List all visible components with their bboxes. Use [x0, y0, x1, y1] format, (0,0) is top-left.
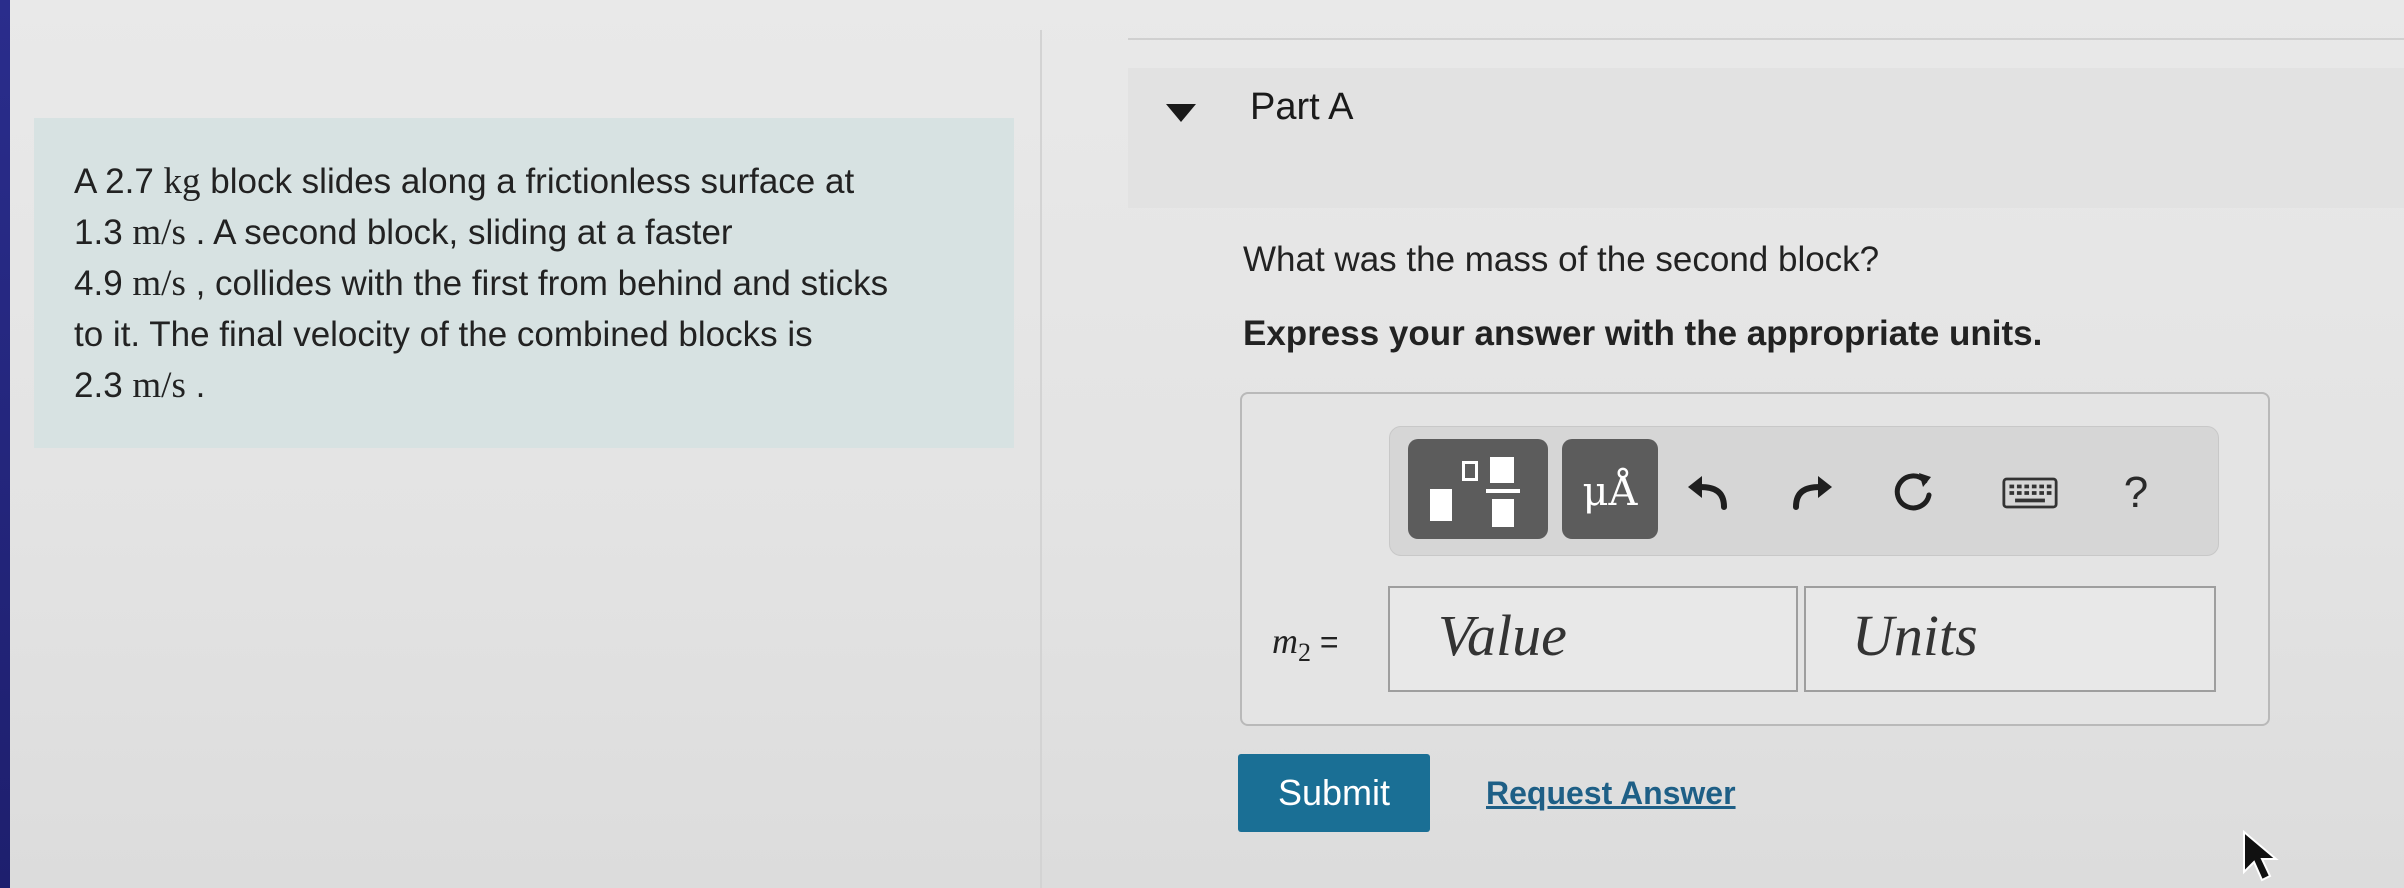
- request-answer-link[interactable]: Request Answer: [1486, 775, 1736, 812]
- problem-seg6: .: [185, 366, 206, 405]
- help-icon[interactable]: ?: [2108, 465, 2164, 521]
- value-input[interactable]: Value: [1388, 586, 1798, 692]
- problem-seg1: A 2.7: [74, 162, 164, 201]
- problem-seg4: , collides with the first from behind an…: [185, 264, 889, 303]
- submit-button[interactable]: Submit: [1238, 754, 1430, 832]
- variable-subscript: 2: [1298, 638, 1311, 667]
- page: A 2.7 kg block slides along a frictionle…: [0, 0, 2404, 888]
- reset-icon[interactable]: [1885, 465, 1941, 521]
- keyboard-icon[interactable]: [2002, 465, 2058, 521]
- column-divider: [1040, 30, 1042, 888]
- units-input[interactable]: Units: [1804, 586, 2216, 692]
- question-text: What was the mass of the second block?: [1243, 240, 1880, 279]
- velocity-2: 4.9: [74, 264, 133, 303]
- unit-3: m/s: [132, 365, 186, 406]
- problem-seg2: block slides along a frictionless surfac…: [200, 162, 855, 201]
- answer-box: μÅ ? m2 = Value Units: [1240, 392, 2270, 726]
- units-icon: μÅ: [1582, 469, 1638, 515]
- problem-seg5: to it. The final velocity of the combine…: [74, 315, 813, 354]
- problem-statement: A 2.7 kg block slides along a frictionle…: [34, 118, 1014, 448]
- mouse-cursor-icon: [2240, 829, 2280, 882]
- problem-seg3: . A second block, sliding at a faster: [185, 213, 733, 252]
- instruction-text: Express your answer with the appropriate…: [1243, 314, 2043, 353]
- unit-1: m/s: [132, 212, 186, 253]
- units-button[interactable]: μÅ: [1562, 439, 1658, 539]
- problem-text: A 2.7 kg block slides along a frictionle…: [74, 156, 1004, 411]
- unit-kg: kg: [163, 161, 201, 202]
- unit-2: m/s: [132, 263, 186, 304]
- redo-icon[interactable]: [1784, 465, 1840, 521]
- equals-sign: =: [1311, 624, 1339, 660]
- velocity-1: 1.3: [74, 213, 133, 252]
- templates-button[interactable]: [1408, 439, 1548, 539]
- part-a-header[interactable]: Part A: [1128, 68, 2404, 208]
- part-title: Part A: [1250, 86, 1354, 128]
- variable-symbol: m: [1272, 621, 1298, 661]
- screen-edge: [0, 0, 10, 888]
- undo-icon[interactable]: [1680, 465, 1736, 521]
- velocity-3: 2.3: [74, 366, 133, 405]
- collapse-caret-icon[interactable]: [1166, 104, 1196, 122]
- top-rule: [1128, 38, 2404, 40]
- math-toolbar: μÅ ?: [1389, 426, 2219, 556]
- variable-label: m2 =: [1272, 620, 1339, 668]
